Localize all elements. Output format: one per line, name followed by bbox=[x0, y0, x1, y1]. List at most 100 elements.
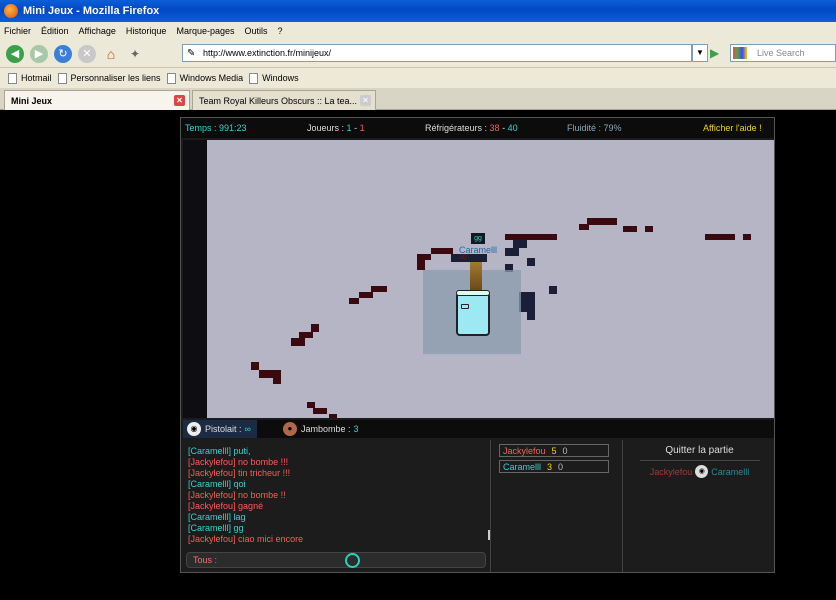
search-placeholder: Live Search bbox=[757, 48, 805, 58]
menu-bar: Fichier Édition Affichage Historique Mar… bbox=[0, 22, 836, 40]
tab-label: Team Royal Killeurs Obscurs :: La tea... bbox=[199, 95, 358, 106]
hud-joueurs-b: 1 bbox=[359, 123, 365, 133]
wall bbox=[329, 414, 337, 418]
hud-joueurs-a: 1 bbox=[346, 123, 352, 133]
score-player-name: Jackylefou bbox=[503, 446, 546, 456]
pistolait-icon: ◉ bbox=[187, 422, 201, 436]
wall bbox=[527, 258, 535, 266]
page-icon bbox=[8, 72, 17, 84]
score-row: Jackylefou 5 0 bbox=[499, 444, 609, 457]
menu-marque-pages[interactable]: Marque-pages bbox=[176, 26, 234, 36]
versus-player-2: Caramelll bbox=[711, 466, 750, 477]
hud-frigos: Réfrigérateurs : 38 - 40 bbox=[425, 123, 518, 133]
chat-author: [Jackylefou] bbox=[188, 468, 236, 478]
score-deaths: 0 bbox=[558, 462, 564, 472]
window-title: Mini Jeux - Mozilla Firefox bbox=[23, 5, 160, 17]
bookmark-personnaliser[interactable]: Personnaliser les liens bbox=[57, 72, 161, 84]
menu-affichage[interactable]: Affichage bbox=[79, 26, 116, 36]
back-icon[interactable]: ◀ bbox=[6, 44, 24, 63]
wall bbox=[579, 224, 589, 230]
fridge-top bbox=[456, 290, 490, 296]
score-points: 3 bbox=[547, 462, 553, 472]
url-dropdown-icon[interactable]: ▼ bbox=[692, 44, 708, 62]
stop-icon[interactable]: ✕ bbox=[78, 44, 96, 63]
url-bar[interactable]: ✎ http://www.extinction.fr/minijeux/ bbox=[182, 44, 692, 62]
bookmark-windows[interactable]: Windows bbox=[249, 72, 299, 84]
menu-fichier[interactable]: Fichier bbox=[4, 26, 31, 36]
tab-mini-jeux[interactable]: Mini Jeux ✕ bbox=[4, 90, 190, 110]
chat-message: qoi bbox=[233, 479, 246, 489]
wall bbox=[505, 248, 519, 256]
extension-icon[interactable]: ✦ bbox=[126, 45, 144, 63]
player-chat-bubble: gg bbox=[471, 233, 485, 244]
close-tab-icon[interactable]: ✕ bbox=[360, 95, 371, 106]
menu-outils[interactable]: Outils bbox=[245, 26, 268, 36]
quit-button[interactable]: Quitter la partie bbox=[625, 445, 774, 456]
hud-temps-label: Temps : bbox=[185, 123, 217, 133]
menu-historique[interactable]: Historique bbox=[126, 26, 167, 36]
bookmark-hotmail[interactable]: Hotmail bbox=[8, 72, 52, 84]
search-input[interactable]: Live Search bbox=[730, 44, 836, 62]
chat-author: [Jackylefou] bbox=[188, 457, 236, 467]
wall bbox=[417, 260, 425, 270]
fridge[interactable] bbox=[456, 290, 490, 336]
chat-line: [Jackylefou] no bombe !!! bbox=[188, 457, 288, 467]
score-panel: Jackylefou 5 0 Caramelll 3 0 bbox=[493, 440, 623, 572]
game-hud: Temps : 991:23 Joueurs : 1 - 1 Réfrigéra… bbox=[181, 118, 774, 138]
close-tab-icon[interactable]: ✕ bbox=[174, 95, 185, 106]
bookmark-label: Personnaliser les liens bbox=[70, 73, 161, 83]
versus-player-1: Jackylefou bbox=[649, 466, 693, 477]
reload-icon[interactable]: ↻ bbox=[54, 44, 72, 63]
hud-fluidite-value: 79% bbox=[603, 123, 622, 133]
chat-line: [Jackylefou] gagné bbox=[188, 501, 263, 511]
chat-author: [Caramelll] bbox=[188, 446, 232, 456]
tab-team-royal[interactable]: Team Royal Killeurs Obscurs :: La tea...… bbox=[192, 90, 376, 110]
weapon-pistolait[interactable]: ◉ Pistolait : ∞ bbox=[183, 420, 257, 438]
player-score: 10 bbox=[459, 254, 467, 261]
go-icon[interactable]: ▶ bbox=[710, 46, 724, 60]
chat-message: no bombe !!! bbox=[238, 457, 289, 467]
menu-edition[interactable]: Édition bbox=[41, 26, 69, 36]
home-icon[interactable]: ⌂ bbox=[102, 45, 120, 63]
chat-line: [Jackylefou] ciao mici encore bbox=[188, 534, 303, 544]
chat-author: [Jackylefou] bbox=[188, 534, 236, 544]
bookmark-label: Windows bbox=[262, 73, 299, 83]
wall bbox=[349, 298, 359, 304]
forward-icon[interactable]: ▶ bbox=[30, 44, 48, 63]
chat-message: puti, bbox=[233, 446, 251, 456]
hud-temps-value: 991:23 bbox=[219, 123, 247, 133]
chat-panel: [Caramelll] puti, [Jackylefou] no bombe … bbox=[183, 440, 491, 572]
chat-line: [Caramelll] gg bbox=[188, 523, 244, 533]
chat-line: [Jackylefou] no bombe !! bbox=[188, 490, 286, 500]
chat-line: [Jackylefou] tin tricheur !!! bbox=[188, 468, 290, 478]
wall bbox=[291, 338, 305, 346]
wall bbox=[259, 370, 281, 378]
score-row: Caramelll 3 0 bbox=[499, 460, 609, 473]
url-text[interactable]: http://www.extinction.fr/minijeux/ bbox=[203, 48, 331, 58]
chat-input[interactable]: Tous : bbox=[186, 552, 486, 568]
weapon-jambombe[interactable]: ● Jambombe : 3 bbox=[279, 420, 358, 438]
chat-line: [Caramelll] qoi bbox=[188, 479, 246, 489]
bookmark-windows-media[interactable]: Windows Media bbox=[166, 72, 243, 84]
fridge-handle bbox=[461, 304, 469, 309]
game-container: Temps : 991:23 Joueurs : 1 - 1 Réfrigéra… bbox=[180, 117, 775, 573]
hud-frigos-a: 38 bbox=[489, 123, 500, 133]
versus-icon: ◉ bbox=[695, 465, 709, 478]
chat-author: [Caramelll] bbox=[188, 512, 232, 522]
jambombe-icon: ● bbox=[282, 422, 297, 436]
page-icon bbox=[57, 72, 67, 84]
menu-help[interactable]: ? bbox=[278, 26, 283, 36]
window-titlebar: Mini Jeux - Mozilla Firefox bbox=[0, 0, 836, 22]
chat-author: [Jackylefou] bbox=[188, 490, 236, 500]
wall bbox=[587, 218, 617, 225]
help-link[interactable]: Afficher l'aide ! bbox=[703, 123, 762, 133]
playfield[interactable]: gg Caramelll 10 bbox=[183, 140, 774, 418]
chat-author: [Jackylefou] bbox=[188, 501, 236, 511]
search-engine-icon[interactable] bbox=[733, 47, 747, 59]
wall bbox=[549, 286, 557, 294]
weapon-pistolait-label: Pistolait : bbox=[205, 424, 242, 434]
hud-fluidite-label: Fluidité : bbox=[567, 123, 602, 133]
chat-scrollbar[interactable] bbox=[488, 530, 490, 540]
weapon-jambombe-label: Jambombe : bbox=[300, 424, 351, 434]
wall bbox=[273, 378, 281, 384]
